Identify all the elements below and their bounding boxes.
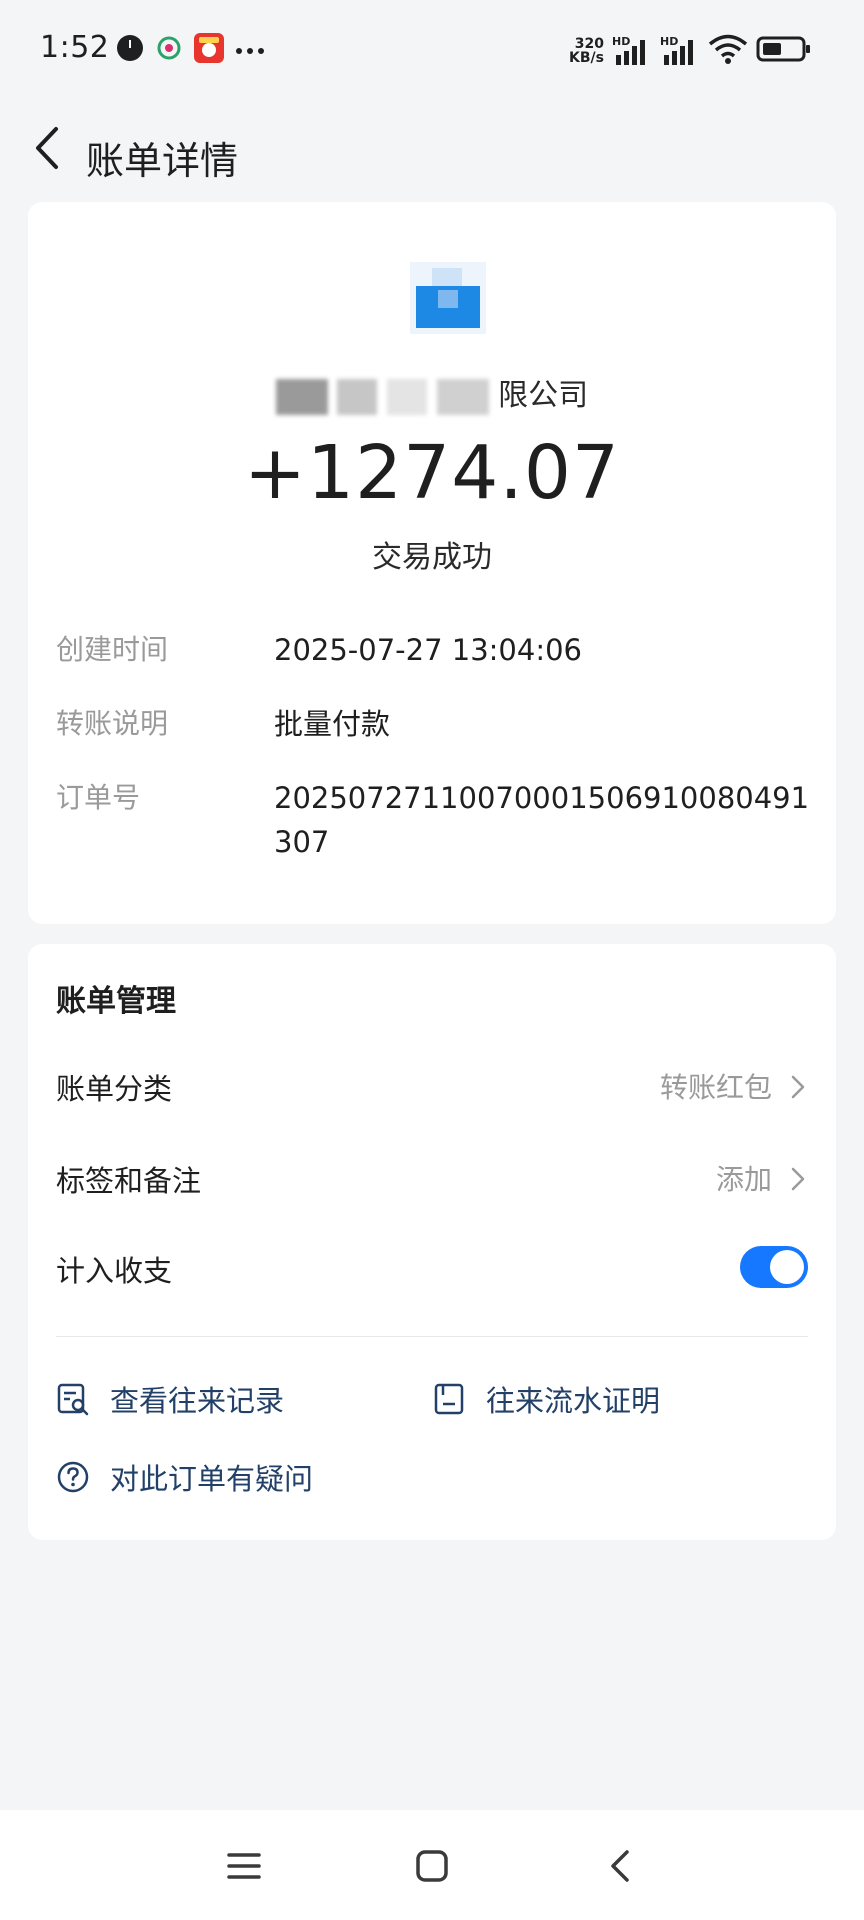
net-speed-unit: KB/s (569, 50, 604, 66)
home-square-icon (416, 1850, 448, 1882)
tags-notes-value: 添加 (715, 1163, 772, 1196)
china-mobile-icon (155, 34, 183, 66)
header: 账单详情 (0, 100, 864, 210)
transaction-status: 交易成功 (372, 540, 492, 575)
redacted-block (436, 378, 489, 415)
merchant-logo (410, 262, 486, 334)
section-title: 账单管理 (56, 984, 176, 1019)
bill-category-label: 账单分类 (56, 1072, 173, 1106)
view-records-link[interactable]: 查看往来记录 (56, 1374, 284, 1424)
divider (56, 1336, 808, 1337)
order-question-link[interactable]: 对此订单有疑问 (56, 1452, 313, 1502)
system-nav-bar (0, 1810, 864, 1920)
merchant-name-text: 限公司 (498, 378, 589, 413)
signal-1: HD (612, 35, 652, 67)
clock-app-icon (115, 33, 145, 67)
records-search-icon (57, 1383, 89, 1416)
net-speed: 320 KB/s (569, 37, 604, 65)
order-question-text: 对此订单有疑问 (110, 1462, 314, 1496)
nav-back-button[interactable] (598, 1844, 642, 1888)
detail-label: 订单号 (56, 781, 141, 814)
battery-icon (756, 35, 812, 67)
include-in-budget-toggle[interactable] (740, 1246, 808, 1288)
view-records-text: 查看往来记录 (110, 1384, 285, 1418)
document-icon (434, 1383, 464, 1415)
more-notifications-icon (235, 41, 265, 60)
wifi-icon (708, 33, 748, 69)
include-in-budget-row: 计入收支 (56, 1238, 808, 1298)
detail-label: 创建时间 (56, 633, 169, 666)
bill-category-value: 转账红包 (659, 1071, 772, 1104)
status-bar: 1:52 320 KB/s HD HD (0, 0, 864, 100)
chevron-left-icon (36, 127, 58, 169)
status-left-icons (115, 32, 265, 68)
chevron-right-icon (791, 1167, 805, 1191)
detail-value: 2025-07-27 13:04:06 (274, 633, 582, 667)
nav-home-button[interactable] (410, 1844, 454, 1888)
transaction-card: 限公司 +1274.07 交易成功 创建时间 2025-07-27 13:04:… (28, 202, 836, 924)
shopping-app-icon (193, 32, 225, 68)
status-time: 1:52 (40, 30, 110, 65)
chevron-left-icon (611, 1850, 629, 1882)
redacted-block (337, 378, 378, 415)
net-speed-value: 320 (574, 36, 604, 52)
status-right-icons: 320 KB/s HD HD (569, 34, 812, 68)
bill-management-card: 账单管理 账单分类 转账红包 标签和备注 添加 计入收支 查看往来记录 往来流水… (28, 944, 836, 1540)
menu-icon (227, 1853, 261, 1879)
detail-value[interactable]: 20250727110070001506910080491307 (274, 776, 814, 864)
signal-bars-icon (664, 40, 693, 65)
include-in-budget-label: 计入收支 (56, 1254, 173, 1288)
tags-notes-row[interactable]: 标签和备注 添加 (56, 1148, 808, 1208)
signal-2: HD (660, 35, 700, 67)
signal-bars-icon (616, 40, 645, 65)
toggle-knob (770, 1250, 804, 1284)
statement-proof-link[interactable]: 往来流水证明 (432, 1374, 660, 1424)
detail-label: 转账说明 (56, 707, 169, 740)
statement-proof-text: 往来流水证明 (486, 1384, 661, 1418)
nav-menu-button[interactable] (222, 1844, 266, 1888)
tags-notes-label: 标签和备注 (56, 1164, 202, 1198)
redacted-block (275, 378, 328, 415)
question-circle-icon (57, 1461, 89, 1493)
back-button[interactable] (22, 118, 72, 178)
page-title: 账单详情 (86, 139, 239, 183)
transaction-amount: +1274.07 (243, 430, 620, 516)
merchant-name: 限公司 (28, 370, 836, 415)
bill-category-row[interactable]: 账单分类 转账红包 (56, 1056, 808, 1116)
detail-value: 批量付款 (274, 707, 391, 741)
chevron-right-icon (791, 1075, 805, 1099)
redacted-block (387, 378, 427, 415)
